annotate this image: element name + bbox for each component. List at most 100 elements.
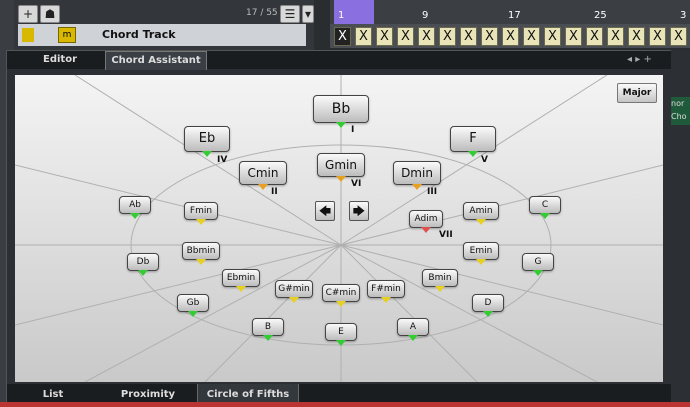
chord-button-g[interactable]: G <box>522 253 554 276</box>
ruler-mark: 25 <box>594 10 607 21</box>
chord-event[interactable]: X <box>418 27 435 46</box>
chord-button-c-sharp-min[interactable]: C#min <box>322 284 360 307</box>
chord-button-ebmin[interactable]: Ebmin <box>222 269 260 292</box>
chord-event[interactable]: X <box>628 27 645 46</box>
ruler[interactable]: 1 9 17 25 3 <box>330 0 690 24</box>
track-counter: 17 / 55 <box>246 8 278 18</box>
track-list-button[interactable]: ☰ <box>280 5 300 23</box>
panel-nav: ◂ ▸ + <box>627 54 652 65</box>
chord-indicator-icon <box>130 213 140 219</box>
chord-event[interactable]: X <box>670 27 687 46</box>
chord-button-fmin[interactable]: Fmin <box>184 202 218 225</box>
chord-label: Db <box>136 257 150 267</box>
tab-editor[interactable]: Editor <box>15 51 105 69</box>
chord-button-gmin[interactable]: Gmin <box>317 153 365 182</box>
chord-indicator-icon <box>476 219 486 225</box>
preset-icon: ☗ <box>44 7 56 21</box>
chord-button-db[interactable]: Db <box>127 253 159 276</box>
chord-event[interactable]: X <box>355 27 372 46</box>
chord-event[interactable]: X <box>481 27 498 46</box>
chord-indicator-icon <box>258 184 268 190</box>
ruler-mark: 9 <box>422 10 429 21</box>
chord-button-b[interactable]: B <box>252 318 284 341</box>
chord-event[interactable]: X <box>607 27 624 46</box>
right-side-panel: nor Cho <box>671 50 690 407</box>
chord-indicator-icon <box>336 340 346 346</box>
chord-button-bmin[interactable]: Bmin <box>422 269 458 292</box>
chord-event[interactable]: X <box>397 27 414 46</box>
chord-button-gb[interactable]: Gb <box>177 294 209 317</box>
chord-button-amin[interactable]: Amin <box>463 202 499 225</box>
chord-lane: XXXXXXXXXXXXXXXXXX <box>330 24 690 48</box>
chord-event[interactable]: X <box>460 27 477 46</box>
add-icon[interactable]: + <box>643 54 651 65</box>
chord-label: G <box>534 257 542 267</box>
previous-chord-button[interactable]: 🡄 <box>315 201 335 221</box>
chord-indicator-icon <box>196 259 206 265</box>
chord-event[interactable]: X <box>544 27 561 46</box>
monitor-button[interactable]: m <box>58 27 76 43</box>
add-track-button[interactable]: + <box>18 5 38 23</box>
chord-label: Adim <box>414 214 438 224</box>
chord-button-d[interactable]: D <box>472 294 504 317</box>
chord-event[interactable]: X <box>502 27 519 46</box>
chord-button-bbmin[interactable]: Bbmin <box>182 242 220 265</box>
chord-label: Emin <box>469 246 493 256</box>
chord-indicator-icon <box>289 297 299 303</box>
chord-event[interactable]: X <box>649 27 666 46</box>
chord-button-eb[interactable]: Eb <box>184 126 230 157</box>
chord-button-g-sharp-min[interactable]: G#min <box>275 280 313 303</box>
chord-indicator-icon <box>435 286 445 292</box>
chord-button-f[interactable]: F <box>450 126 496 157</box>
chord-button-c[interactable]: C <box>529 196 561 219</box>
chord-button-e[interactable]: E <box>325 323 357 346</box>
chord-button-bb[interactable]: Bb <box>313 95 369 128</box>
chord-indicator-icon <box>412 184 422 190</box>
roman-numeral: V <box>481 155 488 165</box>
arrow-left-icon: 🡄 <box>318 204 332 218</box>
chord-label: C#min <box>325 288 357 298</box>
chord-button-f-sharp-min[interactable]: F#min <box>367 280 405 303</box>
chord-label: Bbmin <box>186 246 216 256</box>
next-icon[interactable]: ▸ <box>635 54 640 65</box>
roman-numeral: IV <box>217 155 228 165</box>
chord-label: B <box>264 322 272 332</box>
chord-event[interactable]: X <box>523 27 540 46</box>
chord-button-dmin[interactable]: Dmin <box>393 161 441 190</box>
chord-button-emin[interactable]: Emin <box>463 242 499 265</box>
chord-event[interactable]: X <box>565 27 582 46</box>
tab-chord-assistant[interactable]: Chord Assistant <box>105 51 207 70</box>
next-chord-button[interactable]: 🡆 <box>349 201 369 221</box>
major-mode-button[interactable]: Major <box>617 83 657 103</box>
chord-label: Bmin <box>428 273 452 283</box>
track-preset-button[interactable]: ☗ <box>40 5 60 23</box>
chord-event[interactable]: X <box>334 27 351 46</box>
prev-icon[interactable]: ◂ <box>627 54 632 65</box>
chord-button-a[interactable]: A <box>397 318 429 341</box>
chord-event[interactable]: X <box>439 27 456 46</box>
chord-button-adim[interactable]: Adim <box>409 210 443 233</box>
chord-label: F <box>469 131 477 146</box>
track-menu-button[interactable]: ▾ <box>302 5 314 23</box>
chord-button-ab[interactable]: Ab <box>119 196 151 219</box>
chord-track-row[interactable]: m Chord Track <box>18 24 306 46</box>
chord-button-cmin[interactable]: Cmin <box>239 161 287 190</box>
chord-event[interactable]: X <box>376 27 393 46</box>
panel-tabs: Editor Chord Assistant ◂ ▸ + <box>7 51 672 70</box>
chord-event[interactable]: X <box>586 27 603 46</box>
track-title: Chord Track <box>102 28 176 41</box>
chord-indicator-icon <box>196 219 206 225</box>
chord-indicator-icon <box>336 122 346 128</box>
roman-numeral: III <box>427 187 438 197</box>
chord-label: E <box>338 327 344 337</box>
chord-indicator-icon <box>202 151 212 157</box>
arrow-right-icon: 🡆 <box>352 204 366 218</box>
chord-label: Gmin <box>325 158 357 172</box>
chord-label: D <box>484 298 492 308</box>
chord-label: Ab <box>129 200 141 210</box>
chord-label: Ebmin <box>226 273 256 283</box>
track-color-icon <box>22 28 34 42</box>
chord-indicator-icon <box>468 151 478 157</box>
side-label: nor Cho <box>671 97 690 125</box>
roman-numeral: II <box>271 187 278 197</box>
